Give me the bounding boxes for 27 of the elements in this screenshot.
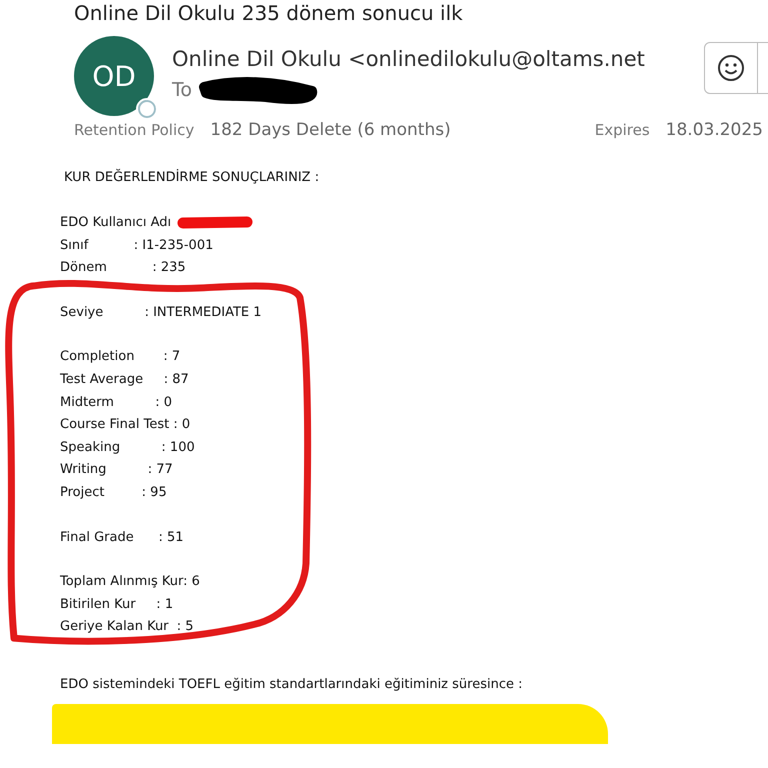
result-line: Project : 95: [60, 484, 167, 502]
result-line: Test Average : 87: [60, 370, 189, 389]
result-line: Course Final Test : 0: [60, 416, 190, 434]
result-line: Toplam Alınmış Kur: 6: [60, 573, 200, 592]
result-line: Bitirilen Kur : 1: [60, 596, 174, 614]
retention-policy-label: Retention Policy: [74, 121, 194, 139]
result-line: Sınıf : I1-235-001: [60, 236, 214, 255]
retention-policy-value: 182 Days Delete (6 months): [210, 120, 451, 140]
result-line: EDO Kullanıcı Adı: [60, 214, 172, 232]
result-line: Speaking : 100: [60, 438, 195, 457]
result-line: Completion : 7: [60, 348, 180, 366]
result-line: Writing : 77: [60, 461, 173, 480]
expires-label: Expires: [594, 121, 650, 139]
result-line: Geriye Kalan Kur : 5: [60, 618, 194, 636]
results-heading: KUR DEĞERLENDİRME SONUÇLARINIZ :: [63, 170, 320, 185]
expires-date: 18.03.2025: [666, 120, 763, 140]
result-line: Final Grade : 51: [60, 528, 184, 547]
result-line: Dönem : 235: [60, 259, 186, 278]
result-line: Midterm : 0: [60, 394, 172, 412]
body-text: EDO sistemindeki TOEFL eğitim standartlarındaki eğitiminiz süresince :: [60, 676, 522, 692]
emoji-reaction-button[interactable]: [704, 42, 758, 94]
result-line: Seviye : INTERMEDIATE 1: [60, 304, 262, 322]
smiley-icon: [717, 54, 745, 82]
presence-status-icon: [138, 100, 156, 118]
email-subject: Online Dil Okulu 235 dönem sonucu ilk: [73, 0, 464, 26]
sender-name: Online Dil Okulu <onlinedilokulu@oltams.net: [172, 47, 646, 71]
to-label: To: [172, 79, 192, 101]
